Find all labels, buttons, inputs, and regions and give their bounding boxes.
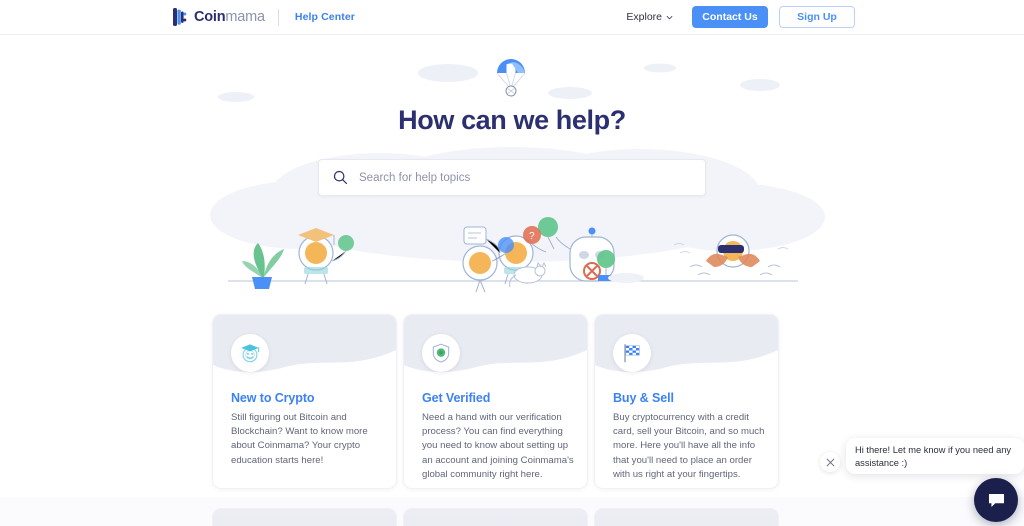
search-bar[interactable] (318, 159, 706, 196)
coinmama-logo-icon (173, 8, 187, 26)
plant-illustration (242, 243, 284, 289)
explore-dropdown[interactable]: Explore (626, 11, 673, 23)
card-description: Still figuring out Bitcoin and Blockchai… (231, 412, 368, 466)
chat-launcher-button[interactable] (974, 478, 1018, 522)
chat-bubble-icon (988, 493, 1004, 507)
brand-divider (277, 8, 279, 26)
chat-greeting-message: Hi there! Let me know if you need any as… (846, 438, 1024, 474)
graduation-coin-icon (231, 334, 269, 372)
card-description: Need a hand with our verification proces… (422, 412, 574, 480)
brand-coin-text: Coin (194, 9, 226, 25)
shield-check-icon (422, 334, 460, 372)
card-description: Buy cryptocurrency with a credit card, s… (613, 412, 765, 480)
sunglasses-coin-illustration (689, 234, 781, 276)
brand-wordmark: Coinmama (194, 9, 265, 25)
graduate-coin-illustration (298, 228, 354, 285)
green-balloon-illustration (597, 250, 644, 283)
search-icon (333, 170, 348, 185)
page-title: How can we help? (398, 105, 626, 135)
sign-up-button[interactable]: Sign Up (779, 6, 855, 28)
card-partial-3[interactable] (594, 508, 779, 526)
close-icon (826, 458, 834, 466)
card-title: Buy & Sell (613, 391, 674, 405)
category-cards: New to Crypto Still figuring out Bitcoin… (212, 314, 779, 489)
card-new-to-crypto[interactable]: New to Crypto Still figuring out Bitcoin… (212, 314, 397, 489)
card-partial-2[interactable] (403, 508, 588, 526)
search-input[interactable] (359, 171, 689, 184)
chat-close-button[interactable] (820, 452, 840, 472)
help-center-label: Help Center (294, 11, 355, 23)
svg-text:?: ? (529, 231, 535, 242)
card-title: Get Verified (422, 391, 491, 405)
brand-mama-text: mama (225, 9, 265, 25)
card-get-verified[interactable]: Get Verified Need a hand with our verifi… (403, 314, 588, 489)
hero-section: How can we help? Search for help topics … (0, 35, 1024, 300)
card-buy-and-sell[interactable]: Buy & Sell Buy cryptocurrency with a cre… (594, 314, 779, 489)
header-actions: Explore Contact Us Sign Up (626, 6, 855, 28)
site-header: Coinmama Help Center Explore Contact Us … (0, 0, 1024, 35)
card-partial-1[interactable] (212, 508, 397, 526)
card-title: New to Crypto (231, 391, 315, 405)
category-cards-row-2 (212, 508, 779, 526)
brand-logo[interactable]: Coinmama Help Center (172, 7, 355, 27)
parachute-balloon-icon (496, 59, 526, 97)
hero-characters-illustration: ? (228, 217, 798, 293)
contact-us-button[interactable]: Contact Us (692, 6, 768, 28)
explore-label: Explore (626, 11, 662, 23)
chevron-down-icon (666, 15, 673, 19)
checkered-flag-icon (613, 334, 651, 372)
